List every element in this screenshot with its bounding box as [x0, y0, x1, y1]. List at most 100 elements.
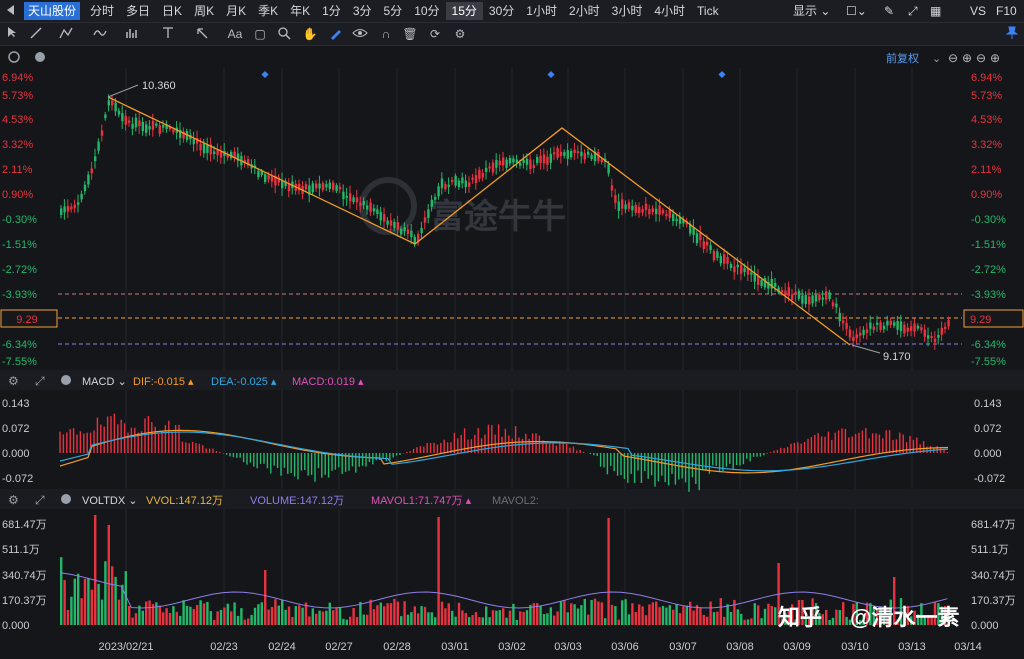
- tab-period-2[interactable]: 日K: [156, 2, 188, 20]
- tab-period-5[interactable]: 季K: [252, 2, 284, 20]
- text-tool-icon[interactable]: Aa: [227, 26, 243, 42]
- volume-bar-14: [107, 525, 110, 625]
- stock-name[interactable]: 天山股份: [24, 2, 81, 20]
- volume-bar-61: [267, 609, 270, 625]
- menu-icon[interactable]: [6, 4, 18, 16]
- volume-bar-22: [134, 613, 138, 625]
- sync-icon[interactable]: ⟳: [427, 26, 443, 42]
- tab-period-14[interactable]: 2小时: [563, 2, 606, 20]
- candle-127: [491, 162, 495, 173]
- volume-bar-28: [155, 602, 158, 625]
- tab-period-8[interactable]: 3分: [347, 2, 378, 20]
- right-axis-label-4: 2.11%: [971, 164, 1002, 176]
- candle-249: [906, 327, 909, 332]
- macd-left-axis-0: 0.143: [2, 398, 30, 410]
- date-label-10: 03/08: [726, 641, 754, 653]
- volume-bar-58: [257, 604, 260, 625]
- candle-22: [134, 117, 138, 128]
- vol-mavol2: MAVOL2:: [492, 495, 539, 507]
- right-axis-label-8: -2.72%: [971, 264, 1006, 276]
- tab-period-3[interactable]: 周K: [188, 2, 220, 20]
- pencil-icon[interactable]: ✎: [884, 0, 894, 22]
- tab-period-15[interactable]: 3小时: [606, 2, 649, 20]
- volume-bar-142: [542, 614, 546, 625]
- volume-bar-228: [835, 609, 838, 625]
- volume-bar-196: [726, 604, 729, 625]
- candle-261: [947, 320, 950, 327]
- expand-icon[interactable]: ⤢: [908, 0, 918, 22]
- vol-close-icon[interactable]: [61, 494, 71, 504]
- magnifier-icon[interactable]: [276, 26, 292, 42]
- tab-period-12[interactable]: 30分: [483, 2, 520, 20]
- pen-icon[interactable]: [328, 26, 344, 42]
- panel-close-icon[interactable]: [35, 52, 45, 62]
- tab-period-17[interactable]: Tick: [691, 2, 725, 20]
- line-icon[interactable]: [28, 26, 44, 42]
- volume-bar-103: [410, 612, 413, 625]
- candle-149: [566, 150, 569, 159]
- left-axis-label-8: -2.72%: [2, 264, 37, 276]
- vs-button[interactable]: VS: [970, 0, 986, 22]
- left-axis-label-5: 0.90%: [2, 189, 33, 201]
- tab-period-13[interactable]: 1小时: [520, 2, 563, 20]
- bars-pattern-icon[interactable]: [124, 26, 140, 42]
- volume-bar-194: [719, 598, 722, 625]
- volume-bar-94: [379, 602, 382, 625]
- candle-113: [444, 184, 447, 190]
- tab-period-10[interactable]: 10分: [408, 2, 445, 20]
- candle-82: [338, 186, 342, 190]
- note-icon[interactable]: ▢: [252, 26, 268, 42]
- checkbox-icon[interactable]: ☐⌄: [846, 0, 867, 22]
- left-axis-label-0: 6.94%: [2, 72, 33, 84]
- eye-icon[interactable]: [352, 26, 368, 42]
- candle-170: [638, 207, 641, 214]
- volume-bar-109: [430, 612, 433, 625]
- pin-icon[interactable]: [1004, 26, 1020, 42]
- tab-period-0[interactable]: 分时: [84, 2, 120, 20]
- candle-141: [539, 155, 542, 163]
- volume-bar-67: [287, 606, 291, 625]
- settings-icon[interactable]: ⚙: [452, 26, 468, 42]
- volume-bar-1: [63, 580, 66, 625]
- chart-canvas[interactable]: 前复权 ⌄ ⊖ ⊕ ⊖ ⊕ 6.94% 5.73% 4.53% 3.32% 2.11% 0.90% -0…: [0, 46, 1024, 659]
- arrow-icon[interactable]: [194, 26, 210, 42]
- candle-130: [502, 157, 505, 166]
- tab-period-1[interactable]: 多日: [120, 2, 156, 20]
- brush-icon[interactable]: ✋: [302, 26, 318, 42]
- cursor-icon[interactable]: [4, 26, 20, 42]
- layout-icon[interactable]: ▦: [930, 0, 941, 22]
- candle-9: [90, 168, 93, 174]
- volume-bar-12: [100, 599, 104, 625]
- display-dropdown[interactable]: 显示 ⌄: [793, 0, 830, 22]
- zoom-out-icon: ⊖: [948, 51, 958, 65]
- macd-close-icon[interactable]: [61, 375, 71, 385]
- candle-78: [325, 184, 328, 188]
- volume-bar-171: [641, 606, 644, 625]
- f10-button[interactable]: F10: [996, 0, 1017, 22]
- tab-period-7[interactable]: 1分: [316, 2, 347, 20]
- candle-95: [383, 214, 386, 222]
- polyline-icon[interactable]: [58, 26, 74, 42]
- volume-bar-7: [83, 578, 87, 625]
- tab-period-6[interactable]: 年K: [284, 2, 316, 20]
- volume-bar-119: [464, 613, 467, 625]
- volume-bar-21: [131, 617, 134, 625]
- tab-period-9[interactable]: 5分: [378, 2, 409, 20]
- magnet-icon[interactable]: ∩: [378, 26, 394, 42]
- tab-period-16[interactable]: 4小时: [648, 2, 691, 20]
- candle-245: [893, 322, 896, 326]
- volume-bar-107: [423, 606, 427, 625]
- tab-period-4[interactable]: 月K: [220, 2, 252, 20]
- candle-16: [114, 102, 117, 112]
- candle-197: [729, 264, 733, 269]
- trash-icon[interactable]: 🗑: [402, 26, 418, 42]
- candle-125: [485, 167, 488, 172]
- wave-icon[interactable]: [92, 26, 108, 42]
- candle-148: [563, 152, 566, 156]
- tab-period-11[interactable]: 15分: [445, 2, 483, 20]
- vertical-line-icon[interactable]: [160, 26, 176, 42]
- candle-176: [658, 205, 661, 215]
- left-axis-label-6: -0.30%: [2, 214, 37, 226]
- volume-bar-198: [733, 599, 736, 625]
- volume-bar-159: [600, 602, 603, 625]
